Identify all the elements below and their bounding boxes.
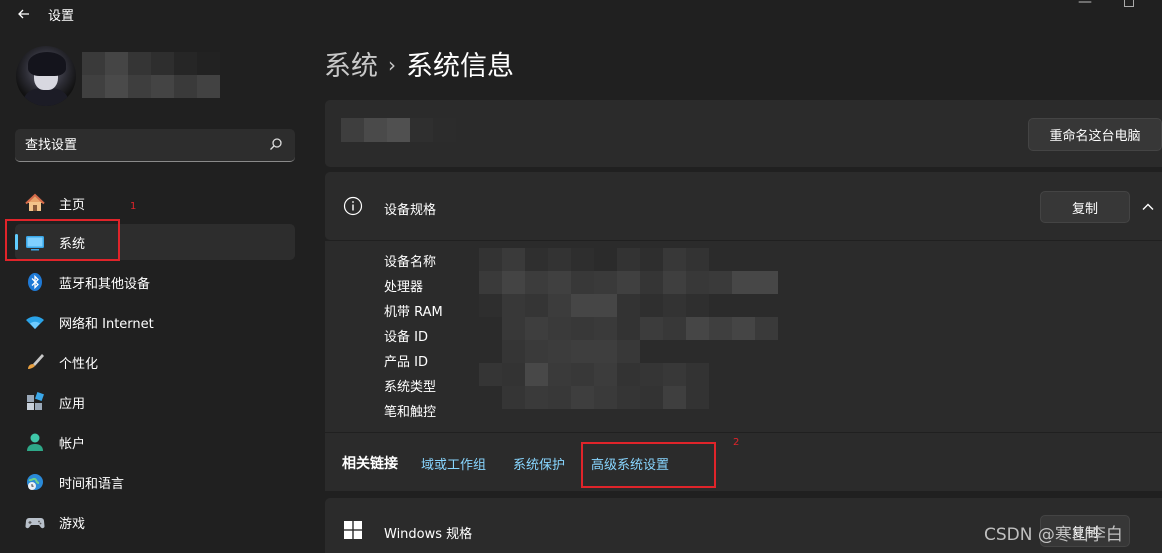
apps-icon [27, 392, 44, 410]
search-icon[interactable] [269, 137, 283, 151]
rename-pc-button[interactable]: 重命名这台电脑 [1028, 118, 1162, 151]
sidebar-item-label: 应用 [59, 397, 86, 412]
sidebar-item-label: 时间和语言 [59, 477, 125, 492]
sidebar-item-partial[interactable] [15, 544, 295, 553]
globe-clock-icon [27, 474, 43, 490]
search-box[interactable] [15, 129, 295, 162]
spec-label-processor: 处理器 [384, 280, 424, 295]
spec-label-ram: 机带 RAM [384, 305, 443, 320]
maximize-button[interactable] [1124, 0, 1134, 7]
gamepad-icon [25, 518, 45, 529]
minimize-button[interactable]: — [1078, 0, 1092, 10]
link-domain-workgroup[interactable]: 域或工作组 [421, 454, 486, 473]
spec-label-pen-touch: 笔和触控 [384, 405, 437, 420]
title-bar: 设置 — [0, 0, 1162, 30]
sidebar-item-system[interactable]: 系统 [15, 224, 295, 260]
wifi-icon [26, 316, 44, 329]
sidebar-item-home[interactable]: 主页 [15, 185, 295, 221]
sidebar-item-label: 网络和 Internet [59, 317, 154, 332]
spec-label-device-name: 设备名称 [384, 255, 437, 270]
chevron-up-icon[interactable] [1141, 200, 1155, 214]
watermark: CSDN @寒山李白 [984, 525, 1123, 545]
paintbrush-icon [28, 354, 44, 369]
bluetooth-icon [28, 273, 42, 291]
info-icon [343, 196, 363, 216]
sidebar-item-label: 个性化 [59, 357, 99, 372]
account-icon [27, 433, 43, 451]
sidebar-item-time-language[interactable]: 时间和语言 [15, 464, 295, 500]
sidebar-item-bluetooth[interactable]: 蓝牙和其他设备 [15, 264, 295, 300]
spec-label-system-type: 系统类型 [384, 380, 437, 395]
back-arrow-icon [18, 9, 29, 19]
device-specs-title: 设备规格 [384, 203, 437, 218]
spec-label-device-id: 设备 ID [384, 330, 428, 345]
windows-logo-icon [344, 521, 362, 539]
device-name-card: 重命名这台电脑 [325, 100, 1162, 167]
copy-device-specs-button[interactable]: 复制 [1040, 191, 1130, 223]
back-button[interactable] [14, 4, 34, 24]
breadcrumb-separator: › [388, 53, 396, 77]
search-input[interactable] [25, 129, 265, 161]
device-name-redacted [341, 118, 456, 142]
related-links-label: 相关链接 [342, 456, 398, 472]
sidebar-item-label: 主页 [59, 198, 86, 213]
annotation-marker-2: 2 [733, 437, 740, 448]
avatar[interactable] [16, 46, 76, 106]
spec-values-redacted [479, 248, 778, 409]
sidebar-item-label: 系统 [59, 237, 86, 252]
windows-specs-title: Windows 规格 [384, 527, 473, 542]
page-title: 系统信息 [406, 51, 514, 82]
active-indicator [15, 234, 18, 250]
device-specs-header[interactable]: 设备规格 复制 [325, 172, 1162, 240]
link-system-protection[interactable]: 系统保护 [513, 454, 565, 473]
sidebar-item-label: 游戏 [59, 517, 86, 532]
app-title: 设置 [48, 9, 75, 24]
annotation-marker-1: 1 [130, 201, 137, 212]
link-advanced-system-settings[interactable]: 高级系统设置 [591, 454, 669, 473]
home-icon [25, 193, 45, 211]
sidebar-item-personalization[interactable]: 个性化 [15, 344, 295, 380]
sidebar-item-gaming[interactable]: 游戏 [15, 504, 295, 540]
sidebar-item-label: 帐户 [59, 437, 86, 452]
system-display-icon [26, 236, 44, 251]
breadcrumb: 系统 › 系统信息 [324, 44, 514, 83]
breadcrumb-parent[interactable]: 系统 [324, 51, 378, 82]
spec-label-product-id: 产品 ID [384, 355, 428, 370]
profile-name-redacted [82, 52, 220, 98]
sidebar-item-apps[interactable]: 应用 [15, 384, 295, 420]
sidebar-item-accounts[interactable]: 帐户 [15, 424, 295, 460]
sidebar-item-network[interactable]: 网络和 Internet [15, 304, 295, 340]
sidebar-item-label: 蓝牙和其他设备 [59, 277, 151, 292]
